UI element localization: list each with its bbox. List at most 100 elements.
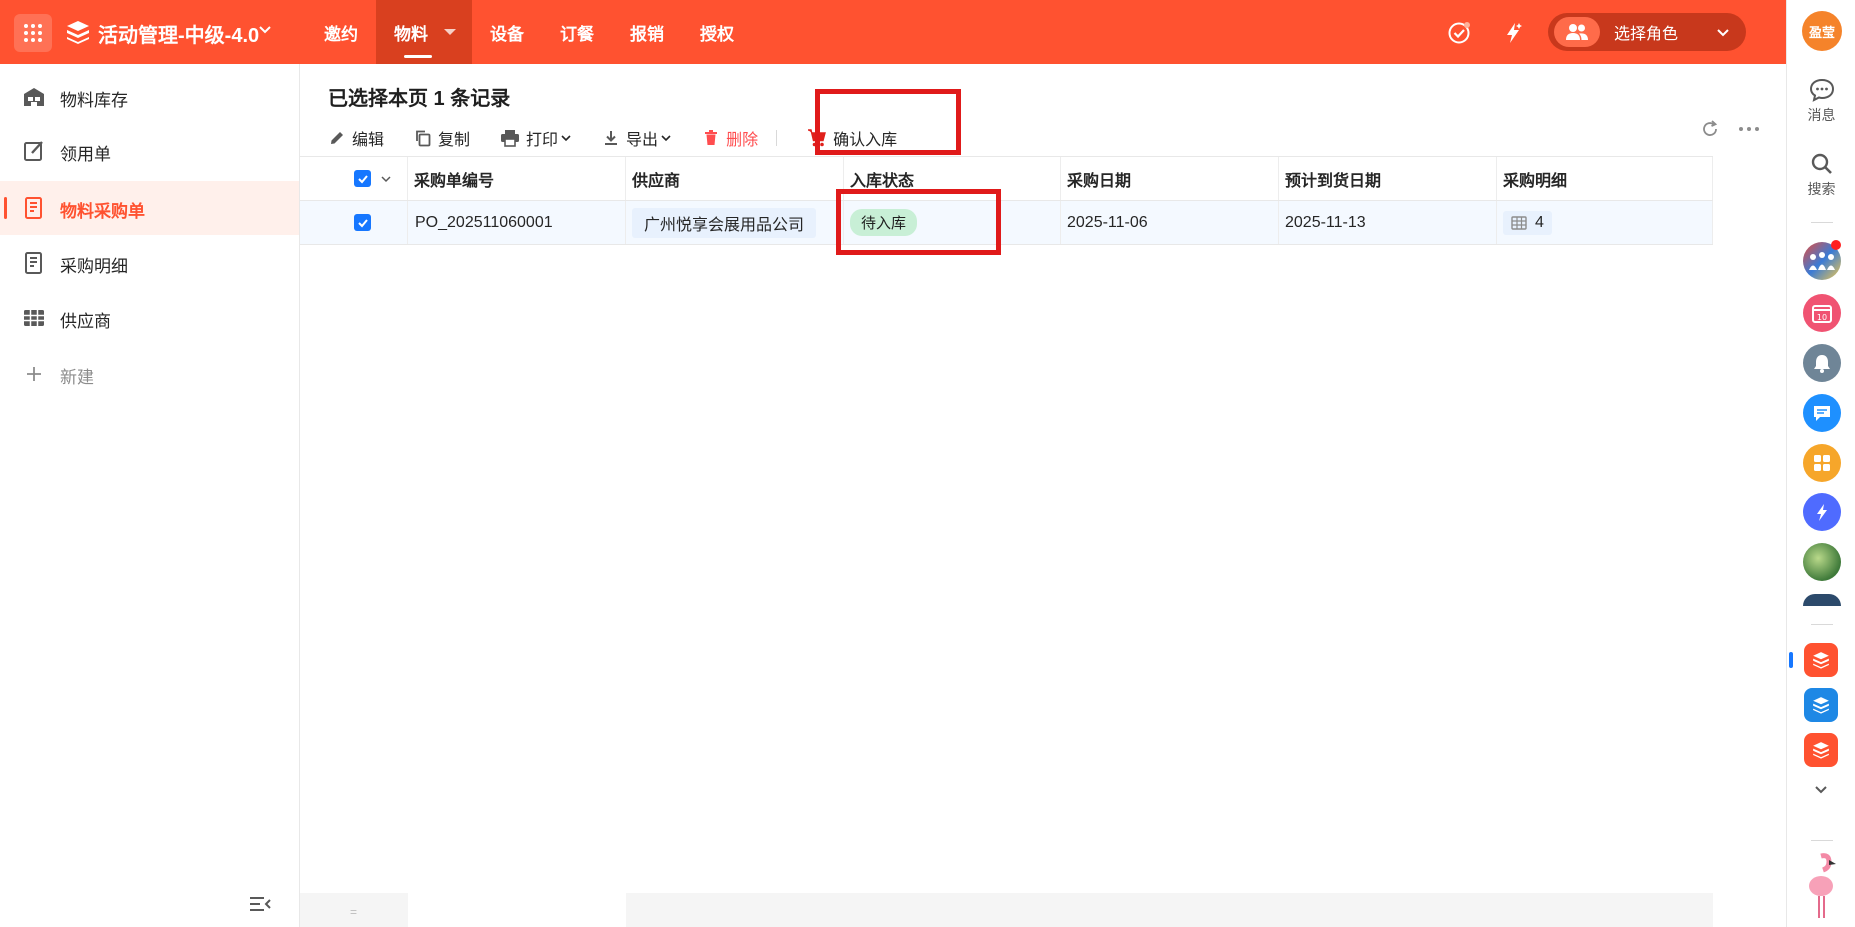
chat-app-icon[interactable]: [1803, 394, 1841, 432]
cell-purchase-detail[interactable]: 4: [1497, 201, 1713, 244]
automation-app-icon[interactable]: [1803, 493, 1841, 531]
sidebar-item-label: 物料采购单: [60, 202, 145, 221]
sidebar-item-label: 供应商: [60, 312, 111, 331]
select-all-checkbox[interactable]: [354, 170, 371, 187]
trash-icon: [705, 130, 718, 145]
bell-app-icon[interactable]: [1803, 344, 1841, 382]
select-all-cell: [300, 157, 408, 200]
row-select-cell: [300, 201, 408, 244]
sidebar-new-label: 新建: [60, 368, 94, 387]
detail-count-tag: 4: [1503, 210, 1552, 235]
column-header-expected-date[interactable]: 预计到货日期: [1279, 157, 1497, 200]
nav-equipment[interactable]: 设备: [472, 0, 542, 64]
column-header-supplier[interactable]: 供应商: [626, 157, 844, 200]
globe-avatar-icon[interactable]: [1803, 594, 1841, 606]
nav-authorization[interactable]: 授权: [682, 0, 752, 64]
chevron-down-icon[interactable]: [380, 173, 392, 185]
cell-purchase-date[interactable]: 2025-11-06: [1061, 201, 1279, 244]
rail-divider: [1811, 624, 1833, 625]
export-button[interactable]: 导出: [602, 126, 672, 150]
apps-tile-icon[interactable]: [1803, 444, 1841, 482]
notification-dot: [1831, 240, 1841, 250]
table-row[interactable]: PO_202511060001 广州悦享会展用品公司 待入库 2025-11-0…: [300, 201, 1713, 245]
sidebar-new-button[interactable]: 新建: [0, 347, 299, 401]
chevron-down-icon[interactable]: [258, 22, 272, 36]
top-bar: 活动管理-中级-4.0 邀约 物料 设备 订餐 报销 授权 选择角色: [0, 0, 1786, 64]
user-avatar[interactable]: 盈莹: [1802, 11, 1842, 51]
sidebar-item-supplier[interactable]: 供应商: [0, 291, 299, 345]
delete-button[interactable]: 删除: [702, 126, 758, 150]
activity-app-icon[interactable]: [1804, 643, 1838, 677]
stack-app-icon[interactable]: [1804, 688, 1838, 722]
sidebar-item-requisition[interactable]: 领用单: [0, 124, 299, 178]
column-header-po-number[interactable]: 采购单编号: [408, 157, 626, 200]
messages-button[interactable]: 消息: [1787, 78, 1855, 125]
edit-label: 编辑: [352, 132, 385, 149]
copy-button[interactable]: 复制: [414, 126, 470, 150]
nav-reimbursement[interactable]: 报销: [612, 0, 682, 64]
sidebar-item-purchase-detail[interactable]: 采购明细: [0, 236, 299, 290]
app-name[interactable]: 活动管理-中级-4.0: [98, 19, 259, 48]
caret-down-icon[interactable]: [444, 29, 456, 35]
cell-po-number[interactable]: PO_202511060001: [408, 201, 626, 244]
supplier-tag: 广州悦享会展用品公司: [632, 207, 817, 238]
calendar-day: 10: [1817, 313, 1827, 322]
print-label: 打印: [526, 132, 559, 149]
nav-materials[interactable]: 物料: [376, 0, 472, 64]
role-selector[interactable]: 选择角色: [1548, 13, 1746, 51]
sidebar-item-material-stock[interactable]: 物料库存: [0, 70, 299, 124]
delete-label: 删除: [726, 132, 759, 149]
check-icon: [357, 218, 368, 227]
stack-app-icon-2[interactable]: [1804, 733, 1838, 767]
table-grid-icon: [24, 310, 44, 326]
top-nav: 邀约 物料 设备 订餐 报销 授权: [306, 0, 752, 64]
photo-avatar-icon[interactable]: [1803, 543, 1841, 581]
lightning-icon[interactable]: [1500, 20, 1526, 46]
plus-icon: [27, 367, 41, 381]
chevron-down-icon: [1717, 29, 1729, 37]
sidebar-item-label: 采购明细: [60, 257, 128, 276]
cell-expected-date[interactable]: 2025-11-13: [1279, 201, 1497, 244]
table-grid-icon: [1511, 215, 1527, 230]
search-label: 搜索: [1807, 181, 1836, 197]
search-icon: [1811, 153, 1832, 174]
active-app-indicator: [1789, 652, 1793, 668]
chevron-down-icon[interactable]: [1814, 782, 1828, 796]
apps-grid-icon: [24, 24, 42, 42]
check-circle-icon[interactable]: [1446, 20, 1472, 46]
highlight-box-confirm-stock-in: [815, 89, 961, 155]
highlight-box-status: [836, 189, 1001, 255]
column-header-purchase-detail[interactable]: 采购明细: [1497, 157, 1713, 200]
search-button[interactable]: 搜索: [1787, 152, 1855, 199]
sidebar-item-purchase-order[interactable]: 物料采购单: [0, 181, 299, 235]
calendar-app-icon[interactable]: 10: [1803, 294, 1841, 332]
cell-supplier[interactable]: 广州悦享会展用品公司: [626, 201, 844, 244]
messages-label: 消息: [1807, 107, 1836, 123]
row-checkbox[interactable]: [354, 214, 371, 231]
more-options-icon[interactable]: [1738, 126, 1760, 132]
flamingo-mascot-icon[interactable]: [1803, 852, 1843, 922]
print-button[interactable]: 打印: [500, 126, 572, 150]
scrollbar-gap: [408, 893, 626, 927]
printer-icon: [501, 130, 520, 147]
role-label: 选择角色: [1614, 26, 1679, 43]
app-launcher-button[interactable]: [14, 14, 52, 52]
chat-bubble-icon: [1809, 78, 1834, 102]
warehouse-icon: [24, 88, 44, 106]
nav-catering[interactable]: 订餐: [542, 0, 612, 64]
horizontal-scrollbar[interactable]: =: [300, 893, 1713, 927]
table-header: 采购单编号 供应商 入库状态 采购日期 预计到货日期 采购明细: [300, 156, 1713, 201]
export-label: 导出: [626, 132, 659, 149]
app-root: 活动管理-中级-4.0 邀约 物料 设备 订餐 报销 授权 选择角色 盈莹 消息…: [0, 0, 1855, 927]
refresh-icon[interactable]: [1700, 119, 1720, 139]
copy-icon: [416, 130, 431, 147]
nav-invite[interactable]: 邀约: [306, 0, 376, 64]
collapse-sidebar-icon[interactable]: [248, 894, 272, 914]
nav-materials-label: 物料: [394, 24, 428, 44]
chevron-down-icon: [561, 135, 571, 142]
check-icon: [357, 174, 368, 183]
receipt-detail-icon: [25, 252, 42, 274]
edit-button[interactable]: 编辑: [328, 126, 384, 150]
receipt-icon: [25, 197, 42, 219]
column-header-purchase-date[interactable]: 采购日期: [1061, 157, 1279, 200]
